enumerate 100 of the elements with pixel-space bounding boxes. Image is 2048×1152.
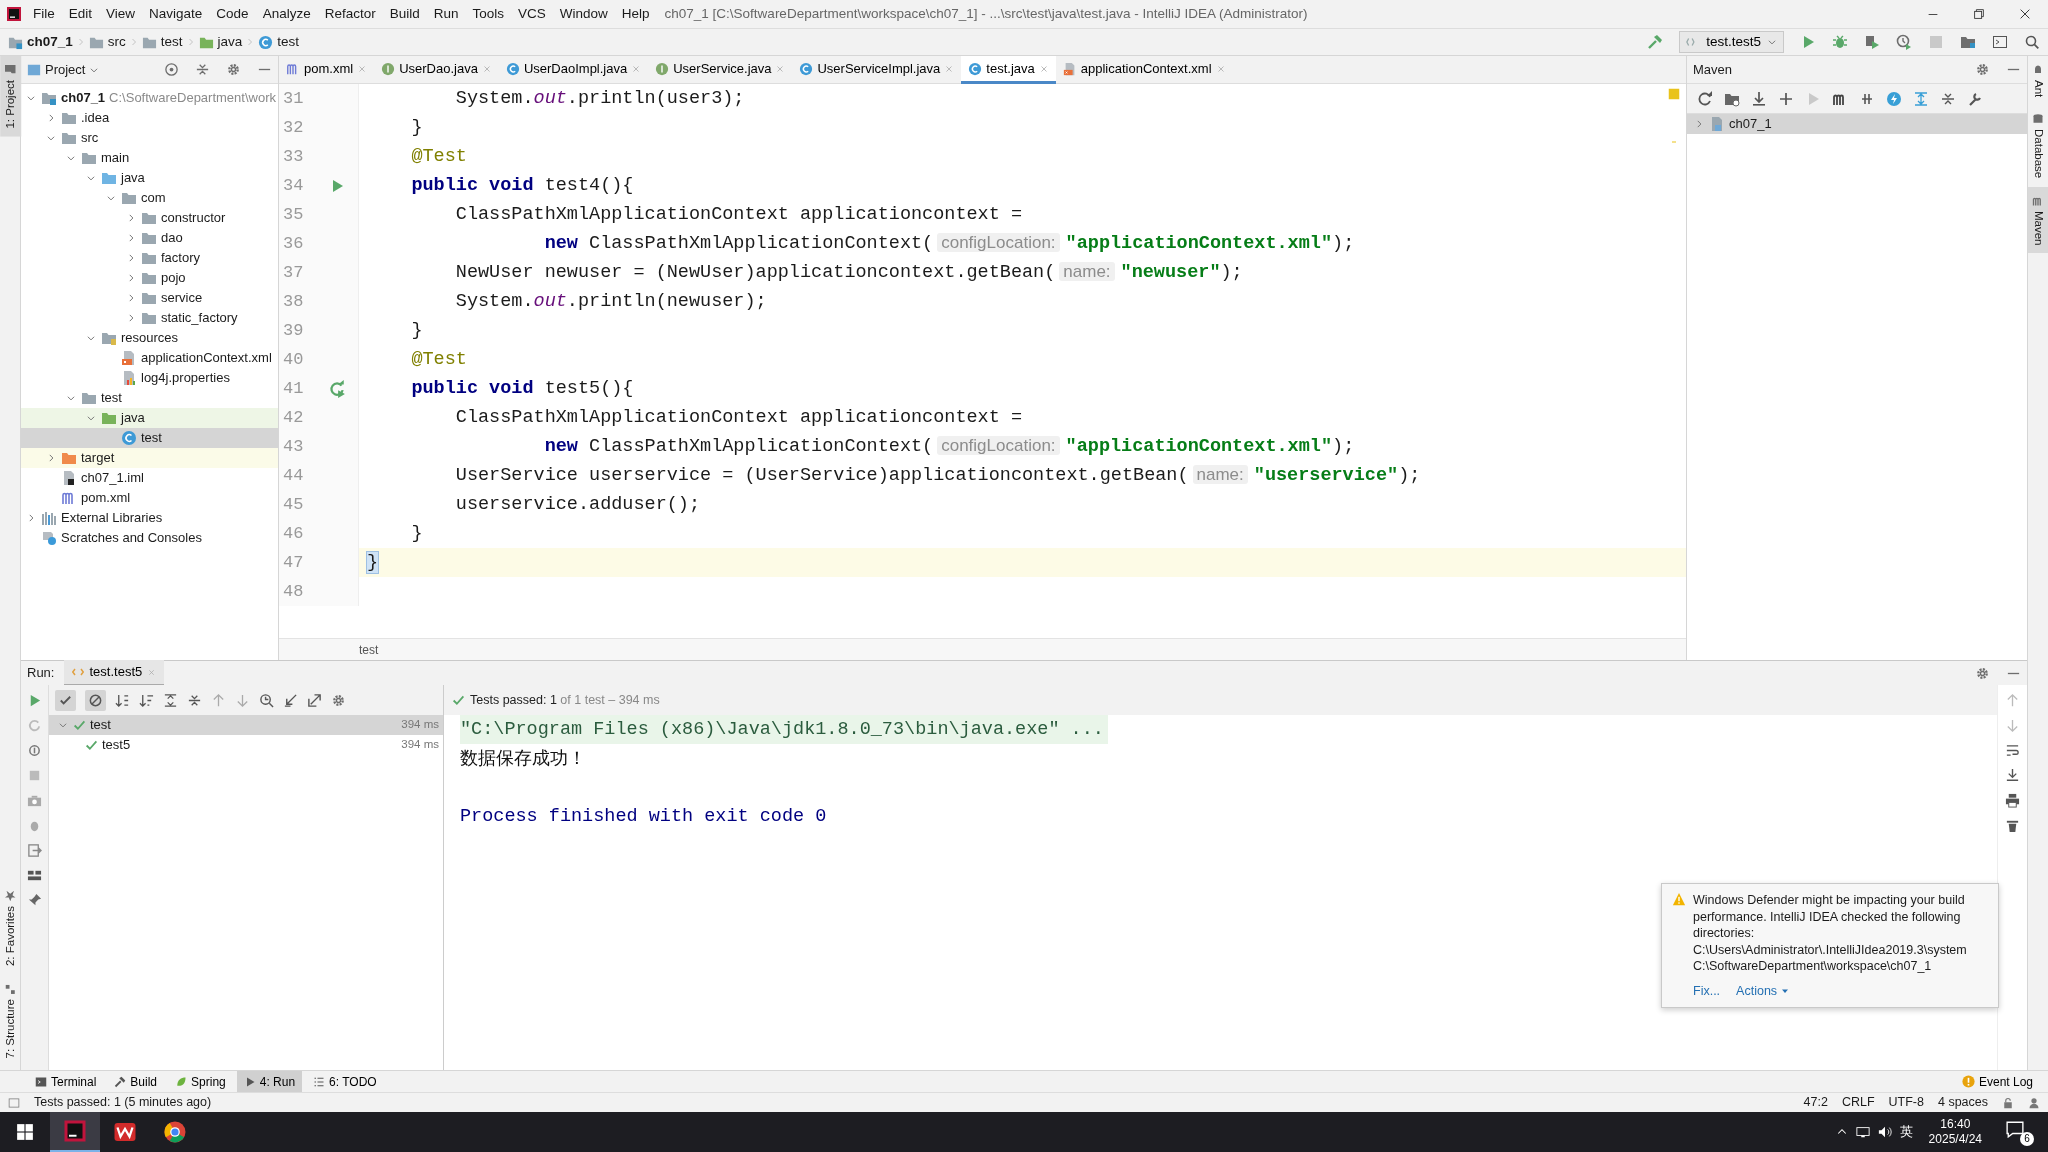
tree-item[interactable]: resources xyxy=(21,328,278,348)
menu-item[interactable]: Build xyxy=(382,3,427,25)
chevron-icon[interactable] xyxy=(26,513,36,523)
chevron-icon[interactable] xyxy=(46,113,56,123)
tool-window-tab[interactable]: Ant xyxy=(2028,56,2048,106)
tool-window-tab[interactable]: Database xyxy=(2028,105,2048,187)
tree-item[interactable]: dao xyxy=(21,228,278,248)
sort-alpha-icon[interactable] xyxy=(115,692,130,708)
tool-window-tab[interactable]: 7: Structure xyxy=(0,974,22,1066)
chevron-icon[interactable] xyxy=(126,213,136,223)
expand-all-icon[interactable] xyxy=(1913,90,1929,107)
chevron-icon[interactable] xyxy=(86,333,96,343)
search-icon[interactable] xyxy=(2024,34,2040,50)
breadcrumb-item[interactable]: java xyxy=(198,31,243,53)
tree-item[interactable]: External Libraries xyxy=(21,508,278,528)
chevron-icon[interactable] xyxy=(126,233,136,243)
close-icon[interactable] xyxy=(2018,7,2032,21)
run-configuration-dropdown[interactable]: test.test5 xyxy=(1679,31,1784,53)
event-log-button[interactable]: Event Log xyxy=(1954,1070,2040,1093)
soft-wrap-icon[interactable] xyxy=(2005,743,2020,758)
tree-item[interactable]: static_factory xyxy=(21,308,278,328)
chevron-icon[interactable] xyxy=(46,133,56,143)
notification-link[interactable]: Fix... xyxy=(1693,982,1721,999)
tree-item[interactable]: src xyxy=(21,128,278,148)
menu-item[interactable]: Window xyxy=(552,3,615,25)
tool-window-button[interactable]: 6: TODO xyxy=(306,1070,384,1093)
exit-icon[interactable] xyxy=(27,843,42,858)
office-app-icon[interactable] xyxy=(113,1120,137,1144)
breadcrumb-item[interactable]: src xyxy=(88,31,126,53)
add-icon[interactable] xyxy=(1778,90,1794,107)
breadcrumb-item[interactable]: test xyxy=(258,31,300,53)
status-item[interactable]: CRLF xyxy=(1841,1093,1875,1112)
collapse-all-icon[interactable] xyxy=(195,62,210,77)
inspector-icon[interactable] xyxy=(2028,1096,2040,1109)
import-icon[interactable] xyxy=(283,692,298,708)
camera-icon[interactable] xyxy=(27,793,42,808)
browser-app-icon[interactable] xyxy=(163,1120,187,1144)
tree-item[interactable]: pom.xml xyxy=(21,488,278,508)
wrench-icon[interactable] xyxy=(1967,90,1983,107)
notification-link[interactable]: Actions xyxy=(1736,982,1790,999)
menu-item[interactable]: Help xyxy=(614,3,657,25)
settings-icon[interactable] xyxy=(1975,665,1990,681)
menu-item[interactable]: Analyze xyxy=(255,3,318,25)
tree-item[interactable]: service xyxy=(21,288,278,308)
windows-start-icon[interactable] xyxy=(16,1123,34,1141)
menu-item[interactable]: Edit xyxy=(61,3,100,25)
caret-icon[interactable] xyxy=(1767,37,1777,47)
tree-item[interactable]: log4j.properties xyxy=(21,368,278,388)
menu-item[interactable]: File xyxy=(26,3,62,25)
breadcrumb-item[interactable]: test xyxy=(359,640,379,659)
tree-item[interactable]: Scratches and Consoles xyxy=(21,528,278,548)
sort-duration-icon[interactable] xyxy=(139,692,154,708)
tree-item[interactable]: test xyxy=(21,428,278,448)
chevron-icon[interactable] xyxy=(86,413,96,423)
toggle-auto-test-icon[interactable] xyxy=(27,743,42,758)
chevron-icon[interactable] xyxy=(126,253,136,263)
status-item[interactable]: 4 spaces xyxy=(1937,1093,1988,1112)
volume-icon[interactable] xyxy=(1877,1125,1892,1139)
tool-window-button[interactable]: Build xyxy=(107,1070,165,1093)
tool-window-tab[interactable]: 1: Project xyxy=(0,56,22,137)
status-item[interactable]: 47:2 xyxy=(1803,1093,1828,1112)
offline-icon[interactable] xyxy=(1886,90,1902,107)
menu-item[interactable]: Refactor xyxy=(317,3,383,25)
status-toggle-icon[interactable] xyxy=(8,1096,20,1109)
rerun-test-icon[interactable] xyxy=(328,379,346,398)
tree-item[interactable]: target xyxy=(21,448,278,468)
tree-item[interactable]: applicationContext.xml xyxy=(21,348,278,368)
editor-tab[interactable]: pom.xml xyxy=(279,56,375,84)
editor-tab[interactable]: UserService.java xyxy=(648,56,793,84)
editor-tab[interactable]: applicationContext.xml xyxy=(1055,56,1233,84)
locate-icon[interactable] xyxy=(164,62,179,77)
restore-icon[interactable] xyxy=(1972,7,1986,21)
breadcrumb-item[interactable]: ch07_1 xyxy=(8,31,73,53)
tree-item[interactable]: java xyxy=(21,408,278,428)
tree-item[interactable]: constructor xyxy=(21,208,278,228)
chevron-icon[interactable] xyxy=(66,153,76,163)
download-icon[interactable] xyxy=(1751,90,1767,107)
layout-icon[interactable] xyxy=(27,868,42,883)
tool-window-button[interactable]: Spring xyxy=(168,1070,233,1093)
editor-tab[interactable]: UserDao.java xyxy=(374,56,499,84)
profiler-icon[interactable] xyxy=(1896,34,1912,50)
tool-window-button[interactable]: Terminal xyxy=(28,1070,104,1093)
tree-item[interactable]: pojo xyxy=(21,268,278,288)
chevron-icon[interactable] xyxy=(106,193,116,203)
tree-item[interactable]: test xyxy=(21,388,278,408)
test-tree-item[interactable]: test 394 ms xyxy=(49,715,443,735)
run-tab[interactable]: test.test5 xyxy=(64,660,165,686)
tool-window-tab[interactable]: Maven xyxy=(2028,186,2048,254)
settings-icon[interactable] xyxy=(226,62,241,77)
chevron-icon[interactable] xyxy=(46,453,56,463)
chevron-icon[interactable] xyxy=(126,293,136,303)
network-icon[interactable] xyxy=(1855,1125,1870,1139)
menu-item[interactable]: VCS xyxy=(511,3,553,25)
menu-item[interactable]: Run xyxy=(426,3,466,25)
debug-icon[interactable] xyxy=(1832,34,1848,50)
test-tree-item[interactable]: test5 394 ms xyxy=(49,735,443,755)
ide-app-icon[interactable] xyxy=(63,1119,87,1143)
reload-icon[interactable] xyxy=(1697,90,1713,107)
notification-center-button[interactable]: 6 xyxy=(2006,1120,2032,1144)
status-item[interactable]: UTF-8 xyxy=(1888,1093,1924,1112)
